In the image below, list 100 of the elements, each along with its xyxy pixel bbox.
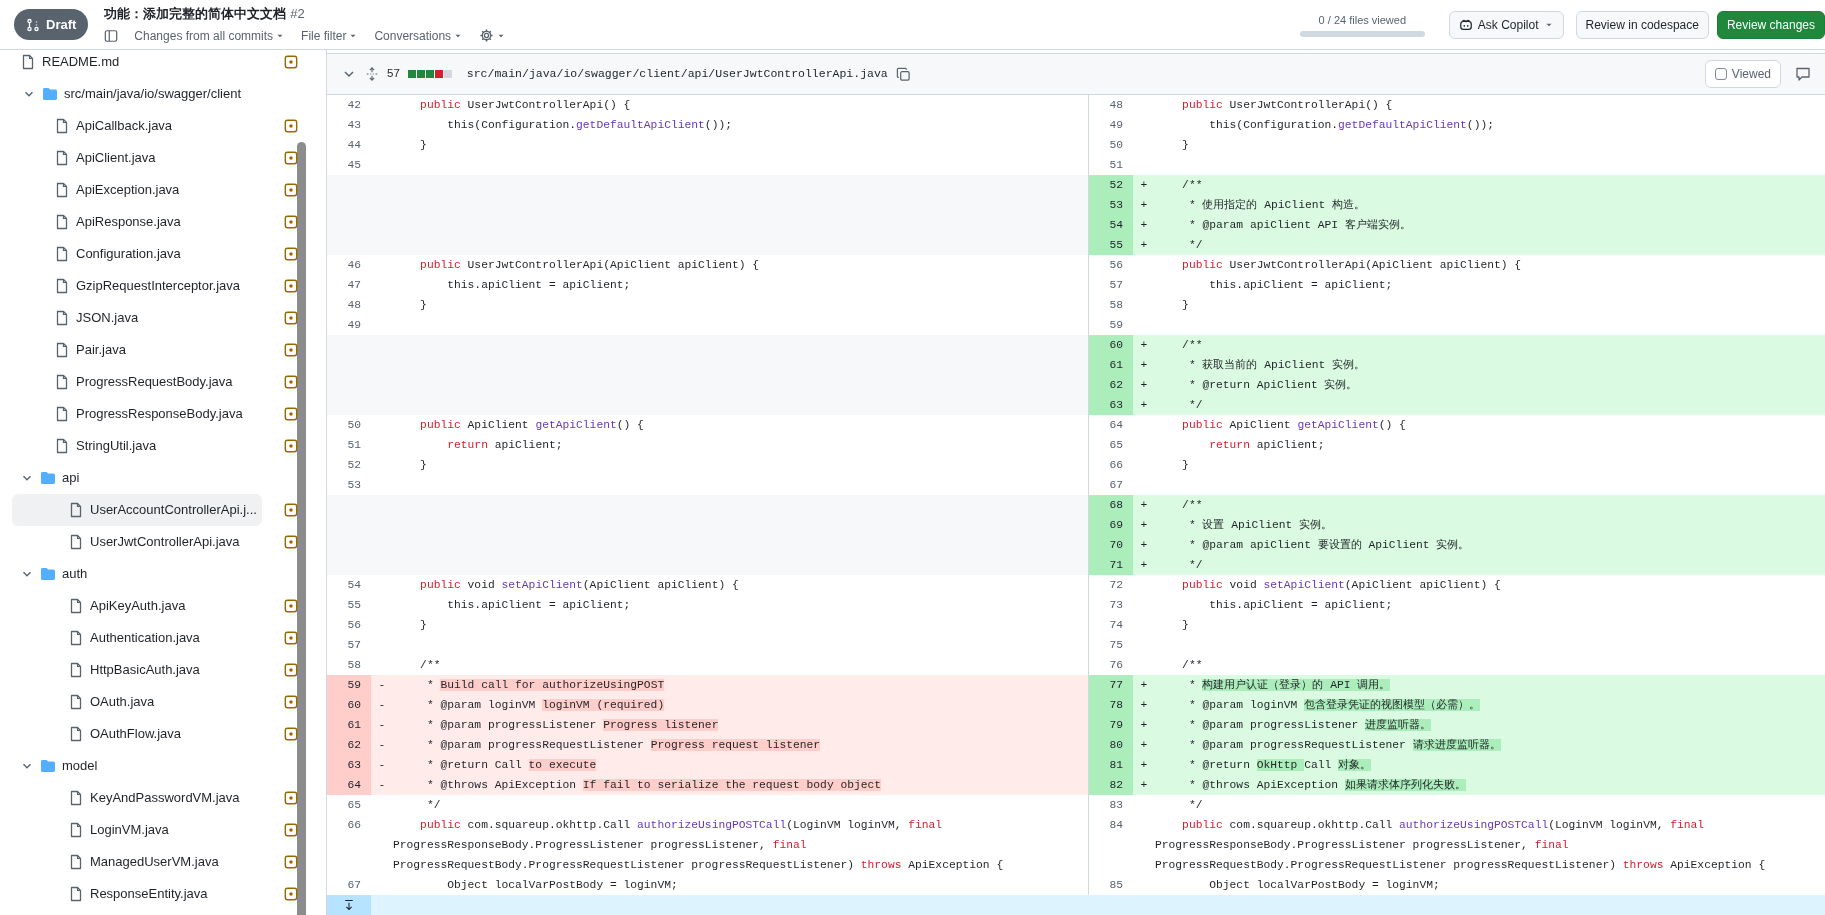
code-line: this.apiClient = apiClient; (1208, 279, 1393, 291)
line-number: 61 (347, 719, 361, 731)
folder-item[interactable]: model (0, 750, 262, 782)
code-line: * @throws ApiException 如果请求体序列化失败。 (1187, 779, 1466, 791)
expand-all-icon[interactable] (365, 67, 379, 81)
file-item[interactable]: Pair.java (0, 334, 262, 366)
code-line: public void setApiClient(ApiClient apiClient) { (419, 579, 739, 591)
file-item[interactable]: KeyAndPasswordVM.java (12, 782, 262, 814)
diff-sign: + (1140, 519, 1148, 531)
diff-sign: + (1140, 359, 1148, 371)
modified-icon (284, 823, 298, 837)
file-item[interactable]: Authentication.java (12, 622, 262, 654)
file-item[interactable]: ApiCallback.java (0, 110, 262, 142)
diff-sign: + (1140, 559, 1148, 571)
file-icon (68, 630, 84, 646)
file-item[interactable]: UserJwtControllerApi.java (12, 526, 262, 558)
file-icon (68, 534, 84, 550)
code-line: * @throws ApiException If fail to serialize the request body object (425, 779, 882, 791)
code-line: } (1181, 619, 1189, 631)
file-item[interactable]: ApiException.java (0, 174, 262, 206)
code-line: * @param loginVM loginVM (required) (425, 699, 665, 711)
line-number: 67 (347, 879, 361, 891)
diff-sign: + (1140, 239, 1148, 251)
expand-down-icon[interactable] (343, 899, 355, 911)
line-number: 80 (1109, 739, 1123, 751)
file-item[interactable]: ApiKeyAuth.java (12, 590, 262, 622)
file-item[interactable]: README.md (0, 50, 262, 78)
line-number: 59 (347, 679, 361, 691)
line-number: 53 (1109, 199, 1123, 211)
file-icon (54, 342, 70, 358)
codespace-button[interactable]: Review in codespace (1575, 10, 1709, 39)
copilot-button[interactable]: Ask Copilot (1448, 10, 1564, 39)
review-changes-button[interactable]: Review changes (1716, 10, 1825, 39)
code-line: public ApiClient getApiClient() { (419, 419, 644, 431)
code-line: * 使用指定的 ApiClient 构造。 (1187, 199, 1366, 211)
modified-icon (284, 247, 298, 261)
file-item[interactable]: OAuth.java (12, 686, 262, 718)
scrollbar[interactable] (297, 142, 306, 915)
file-item[interactable]: LoginVM.java (12, 814, 262, 846)
code-line: * @param progressListener 进度监听器。 (1187, 719, 1432, 731)
line-number: 55 (1109, 239, 1123, 251)
code-line: public void setApiClient(ApiClient apiClient) { (1181, 579, 1501, 591)
code-line: * 获取当前的 ApiClient 实例。 (1187, 359, 1366, 371)
line-number: 72 (1109, 579, 1123, 591)
comment-icon[interactable] (1795, 66, 1811, 82)
folder-item[interactable]: auth (0, 558, 262, 590)
folder-icon (42, 86, 58, 102)
modified-icon (284, 535, 298, 549)
filter-dropdown[interactable]: Changes from all commits (134, 26, 286, 45)
code-line: public UserJwtControllerApi(ApiClient apiClient) { (419, 259, 760, 271)
diff-sign: - (378, 679, 386, 691)
code-line: public UserJwtControllerApi() { (419, 99, 631, 111)
file-item[interactable]: Configuration.java (0, 238, 262, 270)
file-item[interactable]: ManagedUserVM.java (12, 846, 262, 878)
file-icon (68, 854, 84, 870)
code-line: /** (1181, 659, 1203, 671)
code-line: } (1181, 459, 1189, 471)
code-line: * 构建用户认证（登录）的 API 调用。 (1187, 679, 1391, 691)
line-number: 49 (347, 319, 361, 331)
file-icon (54, 374, 70, 390)
copy-icon[interactable] (895, 66, 911, 82)
line-number: 54 (347, 579, 361, 591)
sidebar-toggle-icon[interactable] (104, 28, 119, 43)
modified-icon (284, 855, 298, 869)
file-path[interactable]: src/main/java/io/swagger/client/api/UserJwtControllerApi.java (466, 65, 888, 83)
folder-icon (40, 566, 56, 582)
line-number: 65 (1109, 439, 1123, 451)
code-line: ProgressRequestBody.ProgressRequestListener progressRequestListener) throws ApiException { (1155, 859, 1766, 871)
diff-sign: - (378, 719, 386, 731)
filter-dropdown[interactable]: Conversations (374, 26, 464, 45)
file-item[interactable]: StringUtil.java (0, 430, 262, 462)
file-icon (68, 726, 84, 742)
file-item[interactable]: JSON.java (0, 302, 262, 334)
file-item[interactable]: GzipRequestInterceptor.java (0, 270, 262, 302)
file-icon (68, 790, 84, 806)
file-item[interactable]: ApiResponse.java (0, 206, 262, 238)
modified-icon (284, 151, 298, 165)
line-number: 46 (347, 259, 361, 271)
file-item[interactable]: OAuthFlow.java (12, 718, 262, 750)
file-item[interactable]: ResponseEntity.java (12, 878, 262, 910)
diff-sign: - (378, 759, 386, 771)
file-item[interactable]: ProgressRequestBody.java (0, 366, 262, 398)
code-line: ProgressResponseBody.ProgressListener progressListener, final (393, 839, 807, 851)
diff-sign: - (378, 779, 386, 791)
line-number: 52 (347, 459, 361, 471)
code-line: * @param apiClient 要设置的 ApiClient 实例。 (1187, 539, 1470, 551)
filter-dropdown[interactable]: File filter (301, 26, 359, 45)
diff-sign: + (1140, 399, 1148, 411)
line-number: 48 (1109, 99, 1123, 111)
code-line: } (419, 459, 427, 471)
files-viewed-count: 0 / 24 files viewed (1318, 12, 1407, 28)
folder-item[interactable]: api (0, 462, 262, 494)
file-item[interactable]: HttpBasicAuth.java (12, 654, 262, 686)
folder-item[interactable]: src/main/java/io/swagger/client (0, 78, 262, 110)
file-item[interactable]: ApiClient.java (0, 142, 262, 174)
file-item[interactable]: ProgressResponseBody.java (0, 398, 262, 430)
line-number: 65 (347, 799, 361, 811)
line-number: 44 (347, 139, 361, 151)
file-icon (68, 502, 84, 518)
viewed-checkbox[interactable]: Viewed (1704, 60, 1781, 88)
